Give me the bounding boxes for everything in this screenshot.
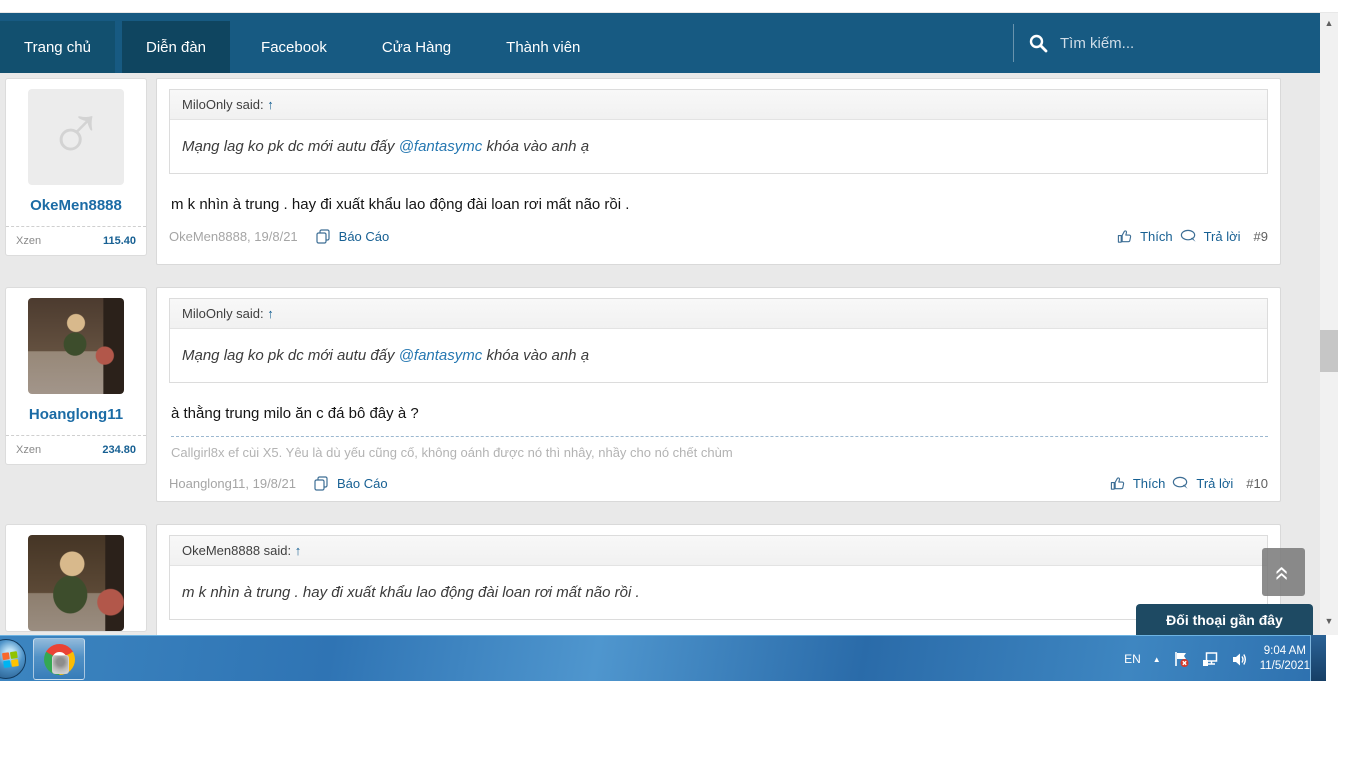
show-hidden-icons-button[interactable]: ▲ xyxy=(1153,655,1161,664)
username-link[interactable]: Hoanglong11 xyxy=(6,394,146,435)
post-author-date[interactable]: Hoanglong11, 19/8/21 xyxy=(169,476,296,491)
quote-block: MiloOnly said: ↑ Mạng lag ko pk dc mới a… xyxy=(169,89,1268,174)
screen: Trang chủ Diễn đàn Facebook Cửa Hàng Thà… xyxy=(0,0,1366,768)
volume-icon[interactable] xyxy=(1231,651,1248,668)
double-chevron-up-icon: « xyxy=(1271,566,1297,577)
nav-tab-members[interactable]: Thành viên xyxy=(482,21,604,73)
chrome-profile-avatar xyxy=(52,655,69,674)
like-link[interactable]: Thích xyxy=(1133,476,1166,491)
report-link[interactable]: Báo Cáo xyxy=(337,476,388,491)
avatar-photo[interactable] xyxy=(28,535,124,631)
scrollbar-up-arrow[interactable]: ▲ xyxy=(1320,15,1338,31)
action-center-flag-icon[interactable] xyxy=(1173,651,1190,668)
quote-header[interactable]: OkeMen8888 said: ↑ xyxy=(170,536,1267,566)
post-number-link[interactable]: #10 xyxy=(1246,476,1268,491)
quote-jump-arrow[interactable]: ↑ xyxy=(295,543,302,558)
report-link[interactable]: Báo Cáo xyxy=(339,229,390,244)
avatar-male-icon[interactable]: ♂ xyxy=(28,89,124,185)
search-area xyxy=(1013,23,1300,63)
stat-label: Xzen xyxy=(16,444,41,456)
reply-icon xyxy=(1172,476,1189,491)
browser-viewport: Trang chủ Diễn đàn Facebook Cửa Hàng Thà… xyxy=(0,0,1338,635)
mention-link[interactable]: @fantasymc xyxy=(399,138,483,155)
message-panel: MiloOnly said: ↑ Mạng lag ko pk dc mới a… xyxy=(156,287,1281,502)
username-link[interactable]: OkeMen8888 xyxy=(6,185,146,226)
signature-text: Callgirl8x ef cùi X5. Yêu là dù yếu cũng… xyxy=(171,445,1268,460)
system-tray: EN ▲ xyxy=(1124,636,1310,682)
post-footer: OkeMen8888, 19/8/21 Báo Cáo Thích xyxy=(169,229,1268,244)
search-icon[interactable] xyxy=(1028,33,1048,53)
nav-tab-forum[interactable]: Diễn đàn xyxy=(122,21,230,73)
user-stat-row: Xzen 115.40 xyxy=(6,226,146,255)
reply-link[interactable]: Trả lời xyxy=(1196,476,1233,491)
browser-top-strip xyxy=(0,0,1338,13)
scrollbar-down-arrow[interactable]: ▼ xyxy=(1320,613,1338,629)
like-icon xyxy=(1109,476,1126,491)
post-9: ♂ OkeMen8888 Xzen 115.40 MiloOnly said: … xyxy=(5,78,1281,265)
show-desktop-button[interactable] xyxy=(1310,635,1326,681)
user-stat-row: Xzen 234.80 xyxy=(6,435,146,464)
chrome-taskbar-button[interactable] xyxy=(33,638,85,680)
nav-tab-facebook[interactable]: Facebook xyxy=(237,21,351,73)
quote-header[interactable]: MiloOnly said: ↑ xyxy=(170,90,1267,120)
stat-value: 115.40 xyxy=(103,235,136,247)
message-panel: OkeMen8888 said: ↑ m k nhìn à trung . ha… xyxy=(156,524,1281,635)
stat-label: Xzen xyxy=(16,235,41,247)
signature-divider xyxy=(171,436,1268,437)
post-10: Hoanglong11 Xzen 234.80 MiloOnly said: ↑… xyxy=(5,287,1281,502)
quote-jump-arrow[interactable]: ↑ xyxy=(267,97,274,112)
mention-link[interactable]: @fantasymc xyxy=(399,347,483,364)
like-icon xyxy=(1116,229,1133,244)
search-input[interactable] xyxy=(1060,35,1300,52)
report-icon xyxy=(315,229,332,244)
post-footer: Hoanglong11, 19/8/21 Báo Cáo Thích xyxy=(169,476,1268,491)
recent-conversations-bar[interactable]: Đối thoại gần đây xyxy=(1136,604,1313,636)
network-icon[interactable] xyxy=(1202,651,1219,668)
nav-tabs: Trang chủ Diễn đàn Facebook Cửa Hàng Thà… xyxy=(0,21,604,73)
post-author-date[interactable]: OkeMen8888, 19/8/21 xyxy=(169,229,298,244)
post-message: à thằng trung milo ăn c đá bô đây à ? xyxy=(171,405,1268,422)
start-button[interactable] xyxy=(0,639,26,679)
clock-time: 9:04 AM xyxy=(1260,644,1310,659)
quote-attribution: OkeMen8888 said: xyxy=(182,543,291,558)
nav-tab-home[interactable]: Trang chủ xyxy=(0,21,115,73)
quote-block: OkeMen8888 said: ↑ m k nhìn à trung . ha… xyxy=(169,535,1268,620)
reply-icon xyxy=(1180,229,1197,244)
quote-header[interactable]: MiloOnly said: ↑ xyxy=(170,299,1267,329)
post-11-partial: OkeMen8888 said: ↑ m k nhìn à trung . ha… xyxy=(5,524,1281,635)
quote-body: Mạng lag ko pk dc mới autu đấy @fantasym… xyxy=(170,120,1267,173)
quote-jump-arrow[interactable]: ↑ xyxy=(267,306,274,321)
message-panel: MiloOnly said: ↑ Mạng lag ko pk dc mới a… xyxy=(156,78,1281,265)
windows-logo-icon xyxy=(2,651,20,669)
post-number-link[interactable]: #9 xyxy=(1254,229,1268,244)
report-icon xyxy=(313,476,330,491)
language-indicator[interactable]: EN xyxy=(1124,652,1141,666)
stat-value: 234.80 xyxy=(102,444,136,456)
post-message: m k nhìn à trung . hay đi xuất khẩu lao … xyxy=(171,196,1268,213)
like-link[interactable]: Thích xyxy=(1140,229,1173,244)
user-card xyxy=(5,524,147,632)
scroll-to-top-button[interactable]: « xyxy=(1262,548,1305,596)
thread-content: ♂ OkeMen8888 Xzen 115.40 MiloOnly said: … xyxy=(0,73,1320,635)
nav-divider xyxy=(1013,24,1014,62)
quote-body: Mạng lag ko pk dc mới autu đấy @fantasym… xyxy=(170,329,1267,382)
quote-attribution: MiloOnly said: xyxy=(182,306,264,321)
nav-tab-store[interactable]: Cửa Hàng xyxy=(358,21,475,73)
reply-link[interactable]: Trả lời xyxy=(1204,229,1241,244)
clock-date: 11/5/2021 xyxy=(1260,659,1310,674)
user-card: ♂ OkeMen8888 Xzen 115.40 xyxy=(5,78,147,256)
scrollbar-thumb[interactable] xyxy=(1320,330,1338,372)
windows-taskbar: EN ▲ xyxy=(0,635,1326,681)
avatar-photo[interactable] xyxy=(28,298,124,394)
quote-block: MiloOnly said: ↑ Mạng lag ko pk dc mới a… xyxy=(169,298,1268,383)
quote-attribution: MiloOnly said: xyxy=(182,97,264,112)
taskbar-clock[interactable]: 9:04 AM 11/5/2021 xyxy=(1260,644,1310,674)
browser-scrollbar[interactable]: ▲ ▼ xyxy=(1320,13,1338,635)
quote-body: m k nhìn à trung . hay đi xuất khẩu lao … xyxy=(170,566,1267,619)
forum-navbar: Trang chủ Diễn đàn Facebook Cửa Hàng Thà… xyxy=(0,13,1320,73)
user-card: Hoanglong11 Xzen 234.80 xyxy=(5,287,147,465)
